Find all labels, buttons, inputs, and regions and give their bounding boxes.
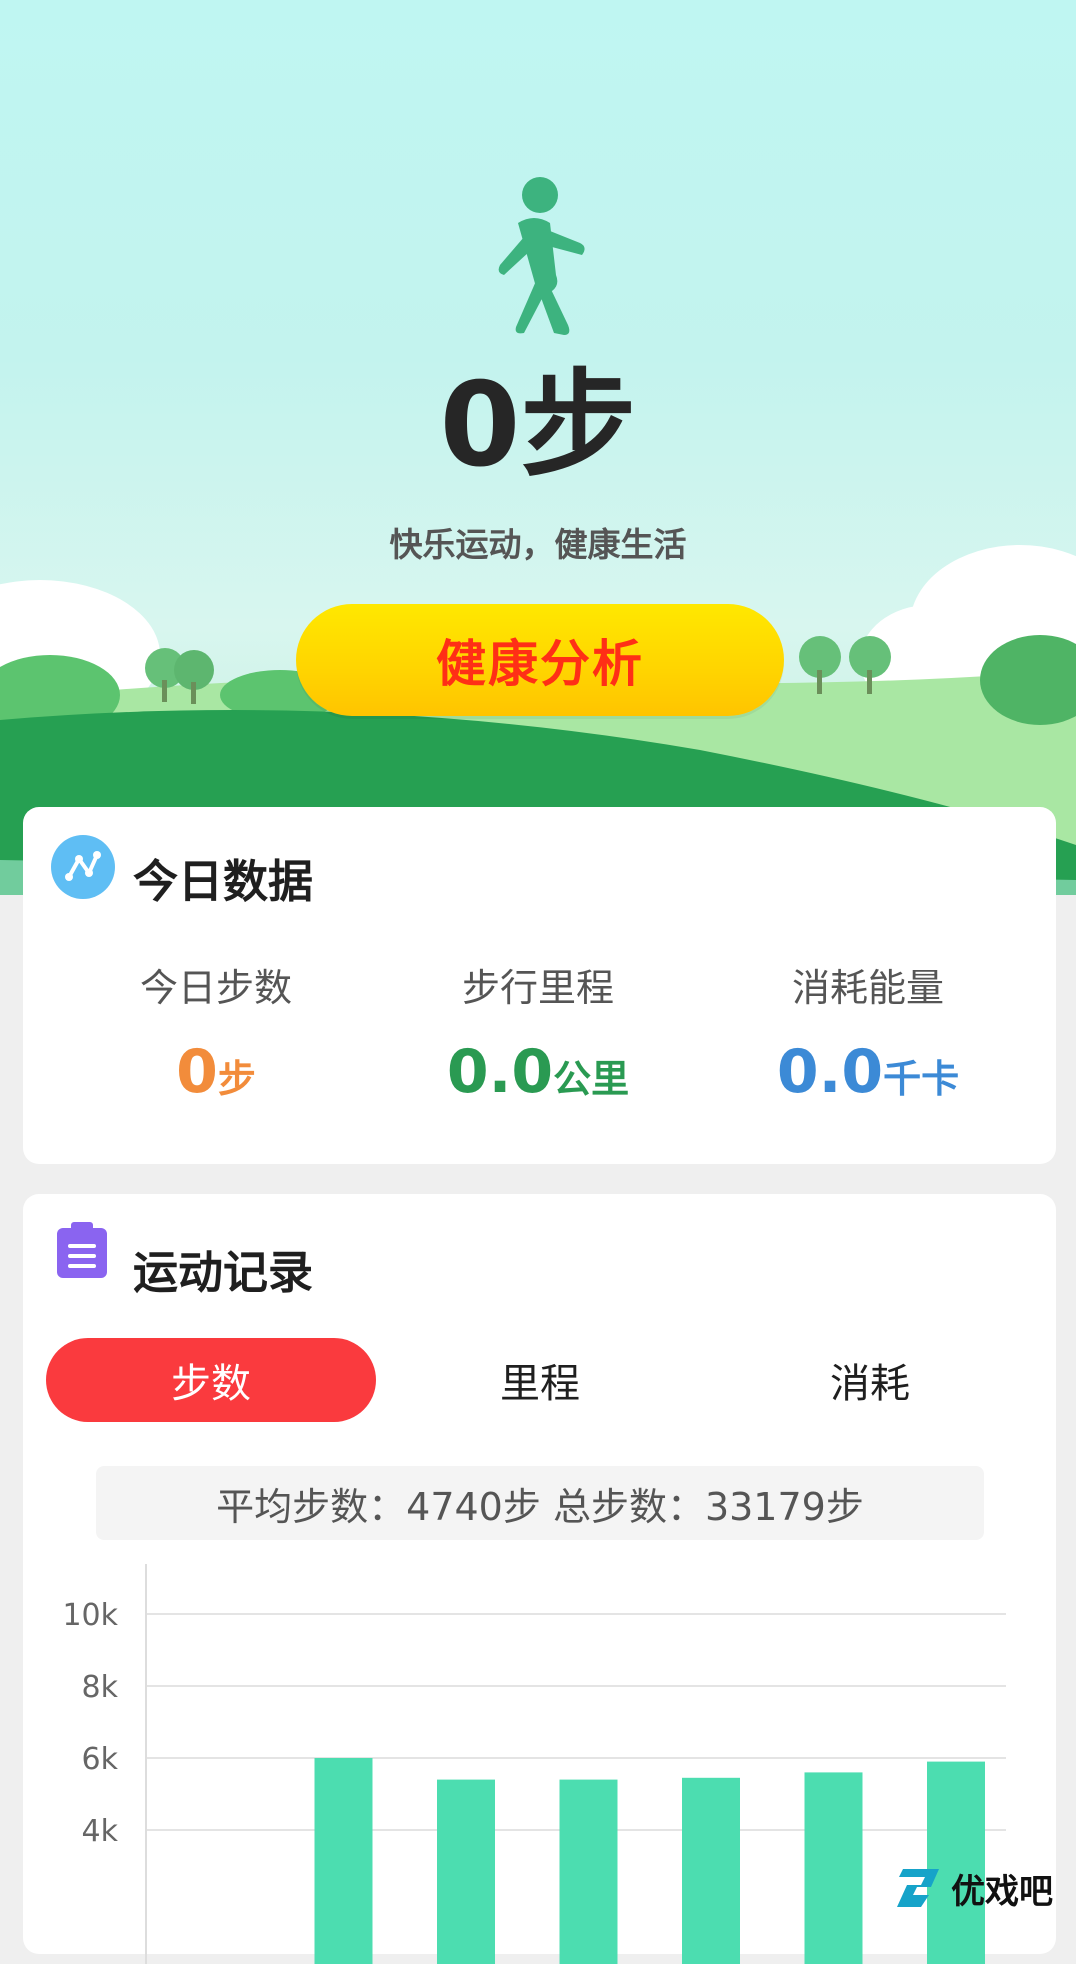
tab-steps[interactable]: 步数 xyxy=(46,1338,376,1422)
y-tick-label: 6k xyxy=(82,1742,119,1777)
step-count-display: 0步 xyxy=(0,368,1076,484)
walking-person-icon xyxy=(498,177,585,335)
stat-steps: 今日步数 0步 xyxy=(51,957,381,1102)
chart-bars xyxy=(314,1758,985,1964)
steps-summary: 平均步数：4740步 总步数：33179步 xyxy=(96,1466,984,1540)
chart-bar xyxy=(682,1777,740,1964)
today-data-card: 今日数据 今日步数 0步 步行里程 0.0公里 消耗能量 0.0千卡 xyxy=(23,807,1056,1164)
watermark-logo-icon xyxy=(897,1869,939,1907)
chart-bar xyxy=(314,1758,373,1964)
step-count-value: 0 xyxy=(439,358,521,493)
y-tick-label: 8k xyxy=(82,1670,119,1705)
stat-value: 0.0公里 xyxy=(373,1042,703,1102)
tab-distance[interactable]: 里程 xyxy=(375,1338,705,1422)
watermark: 优戏吧 xyxy=(895,1862,1076,1914)
stat-unit: 步 xyxy=(217,1057,256,1101)
stat-label: 步行里程 xyxy=(461,966,614,1010)
clipboard-icon xyxy=(57,1222,107,1278)
stat-value: 0.0千卡 xyxy=(703,1042,1033,1102)
step-count-unit: 步 xyxy=(520,358,637,493)
stat-number: 0.0 xyxy=(446,1037,554,1107)
watermark-text: 优戏吧 xyxy=(951,1871,1053,1912)
trend-chart-icon xyxy=(51,835,115,899)
y-tick-labels: 10k 8k 6k 4k xyxy=(62,1598,118,1849)
y-tick-label: 10k xyxy=(62,1598,118,1633)
chart-bar xyxy=(804,1772,863,1964)
exercise-records-title: 运动记录 xyxy=(133,1246,314,1299)
stat-unit: 公里 xyxy=(553,1057,630,1101)
stat-distance: 步行里程 0.0公里 xyxy=(373,957,703,1102)
slogan-text: 快乐运动，健康生活 xyxy=(389,525,687,564)
exercise-records-card: 运动记录 步数 里程 消耗 平均步数：4740步 总步数：33179步 10k 8… xyxy=(23,1194,1056,1964)
stat-value: 0步 xyxy=(51,1042,381,1102)
today-data-title: 今日数据 xyxy=(133,855,314,908)
stat-number: 0 xyxy=(176,1037,218,1107)
stat-unit: 千卡 xyxy=(883,1057,960,1101)
chart-bar xyxy=(437,1779,495,1964)
hero-section: 0步 快乐运动，健康生活 健康分析 xyxy=(0,0,1076,895)
stat-calories: 消耗能量 0.0千卡 xyxy=(703,957,1033,1102)
stat-number: 0.0 xyxy=(776,1037,884,1107)
health-analysis-button[interactable]: 健康分析 xyxy=(296,604,784,716)
stat-label: 消耗能量 xyxy=(791,966,944,1010)
chart-bar xyxy=(559,1779,618,1964)
stat-label: 今日步数 xyxy=(139,966,292,1010)
y-tick-label: 4k xyxy=(82,1814,119,1849)
tab-calories[interactable]: 消耗 xyxy=(705,1338,1035,1422)
